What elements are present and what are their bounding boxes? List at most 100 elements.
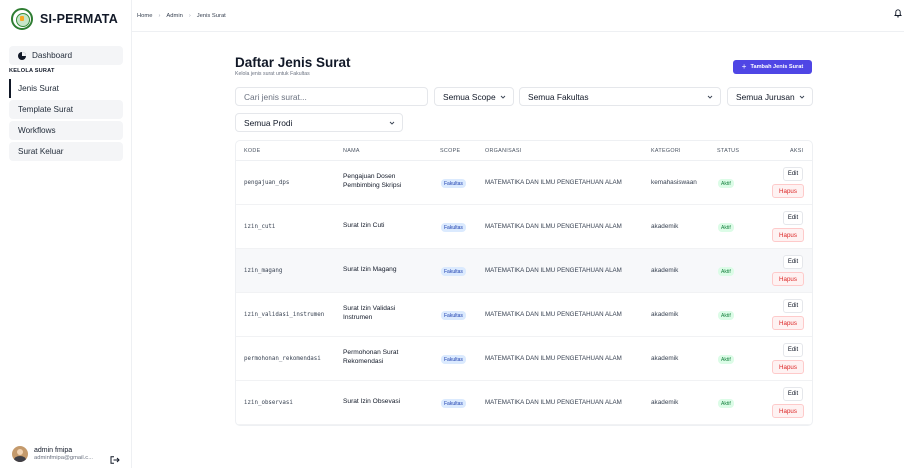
sidebar-item-label: Workflows [18,126,56,135]
table-row: permohonan_rekomendasi Permohonan Surat R… [236,337,812,381]
sidebar-item-label: Dashboard [32,51,73,60]
status-badge: Aktif [718,267,734,276]
sidebar-item-label: Jenis Surat [18,84,59,93]
scope-badge: Fakultas [441,223,466,232]
sidebar-item-surat-keluar[interactable]: Surat Keluar [9,142,123,161]
search-placeholder: Cari jenis surat... [244,91,307,102]
logout-icon[interactable] [110,456,120,464]
delete-button[interactable]: Hapus [772,316,804,330]
add-button-label: Tambah Jenis Surat [750,64,804,70]
cell-kode: izin_validasi_instrumen [244,312,325,318]
scope-badge: Fakultas [441,267,466,276]
sidebar-section-label: KELOLA SURAT [9,68,55,74]
sidebar-item-jenis-surat[interactable]: Jenis Surat [9,79,123,98]
status-badge: Aktif [718,399,734,408]
table-row: izin_cuti Surat Izin Cuti Fakultas MATEMATI… [236,205,812,249]
university-logo [11,8,33,30]
top-bar: Home › Admin › Jenis Surat [132,0,904,32]
chevron-right-icon: › [188,13,191,19]
cell-organisasi: MATEMATIKA DAN ILMU PENGETAHUAN ALAM [485,311,622,318]
status-badge: Aktif [718,223,734,232]
breadcrumb: Home › Admin › Jenis Surat [137,13,226,19]
cell-kategori: akademik [651,355,679,362]
scope-select-value: Semua Scope [443,91,496,102]
edit-button[interactable]: Edit [783,299,803,313]
cell-kategori: akademik [651,311,679,318]
header-organisasi: ORGANISASI [485,148,522,154]
delete-button[interactable]: Hapus [772,272,804,286]
table-row: izin_magang Surat Izin Magang Fakultas MATE… [236,249,812,293]
breadcrumb-current: Jenis Surat [196,13,226,19]
edit-button[interactable]: Edit [783,343,803,357]
sidebar-item-label: Surat Keluar [18,147,64,156]
pie-chart-icon [18,51,26,60]
sidebar-item-workflows[interactable]: Workflows [9,121,123,140]
sidebar-item-label: Template Surat [18,105,74,114]
brand[interactable]: SI-PERMATA [11,8,118,30]
table-row: izin_validasi_instrumen Surat Izin Valida… [236,293,812,337]
cell-nama: Surat Izin Cuti [343,222,385,229]
fakultas-select[interactable]: Semua Fakultas [519,87,721,106]
avatar [12,446,28,462]
cell-organisasi: MATEMATIKA DAN ILMU PENGETAHUAN ALAM [485,179,622,186]
header-nama: NAMA [343,148,360,154]
table-row: pengajuan_dps Pengajuan Dosen Pembimbing … [236,161,812,205]
scope-badge: Fakultas [441,179,466,188]
delete-button[interactable]: Hapus [772,404,804,418]
add-jenis-surat-button[interactable]: + Tambah Jenis Surat [733,60,812,74]
cell-organisasi: MATEMATIKA DAN ILMU PENGETAHUAN ALAM [485,223,622,230]
search-input[interactable]: Cari jenis surat... [235,87,428,106]
sidebar-item-dashboard[interactable]: Dashboard [9,46,123,65]
chevron-right-icon: › [158,13,161,19]
status-badge: Aktif [718,355,734,364]
edit-button[interactable]: Edit [783,387,803,401]
chevron-down-icon [500,95,506,99]
header-scope: SCOPE [440,148,461,154]
sidebar-item-template-surat[interactable]: Template Surat [9,100,123,119]
user-profile[interactable]: admin fmipa adminfmipa@gmail.c... [12,446,93,462]
cell-kode: izin_cuti [244,224,276,230]
prodi-select-value: Semua Prodi [244,117,293,128]
jenis-surat-table: KODE NAMA SCOPE ORGANISASI KATEGORI STAT… [235,140,813,426]
cell-organisasi: MATEMATIKA DAN ILMU PENGETAHUAN ALAM [485,267,622,274]
chevron-down-icon [707,95,713,99]
bell-icon[interactable] [894,8,902,18]
header-kode: KODE [244,148,261,154]
app-root: SI-PERMATA Dashboard KELOLA SURAT Jenis … [0,0,904,468]
fakultas-select-value: Semua Fakultas [528,91,589,102]
cell-kode: izin_observasi [244,400,293,406]
plus-icon: + [741,62,747,71]
cell-nama: Pengajuan Dosen Pembimbing Skripsi [343,173,402,189]
edit-button[interactable]: Edit [783,255,803,269]
sidebar: SI-PERMATA Dashboard KELOLA SURAT Jenis … [0,0,132,468]
chevron-down-icon [389,121,395,125]
cell-nama: Surat Izin Obsevasi [343,398,401,405]
cell-organisasi: MATEMATIKA DAN ILMU PENGETAHUAN ALAM [485,355,622,362]
header-kategori: KATEGORI [651,148,681,154]
prodi-select[interactable]: Semua Prodi [235,113,403,132]
cell-kategori: akademik [651,399,679,406]
breadcrumb-admin[interactable]: Admin [166,13,182,19]
delete-button[interactable]: Hapus [772,228,804,242]
scope-badge: Fakultas [441,399,466,408]
delete-button[interactable]: Hapus [772,360,804,374]
edit-button[interactable]: Edit [783,167,803,181]
cell-nama: Permohonan Surat Rekomendasi [343,349,399,365]
status-badge: Aktif [718,179,734,188]
sidebar-nav: Dashboard KELOLA SURAT Jenis Surat Templ… [9,46,123,163]
breadcrumb-home[interactable]: Home [137,13,152,19]
scope-select[interactable]: Semua Scope [434,87,514,106]
cell-organisasi: MATEMATIKA DAN ILMU PENGETAHUAN ALAM [485,399,622,406]
header-status: STATUS [717,148,740,154]
page-title: Daftar Jenis Surat [235,55,351,70]
cell-kode: izin_magang [244,268,283,274]
user-email: adminfmipa@gmail.c... [34,454,94,461]
status-badge: Aktif [718,311,734,320]
user-name: admin fmipa [34,447,73,455]
cell-kategori: akademik [651,267,679,274]
cell-kategori: akademik [651,223,679,230]
edit-button[interactable]: Edit [783,211,803,225]
delete-button[interactable]: Hapus [772,184,804,198]
jurusan-select[interactable]: Semua Jurusan [727,87,813,106]
table-header: KODE NAMA SCOPE ORGANISASI KATEGORI STAT… [236,141,812,161]
